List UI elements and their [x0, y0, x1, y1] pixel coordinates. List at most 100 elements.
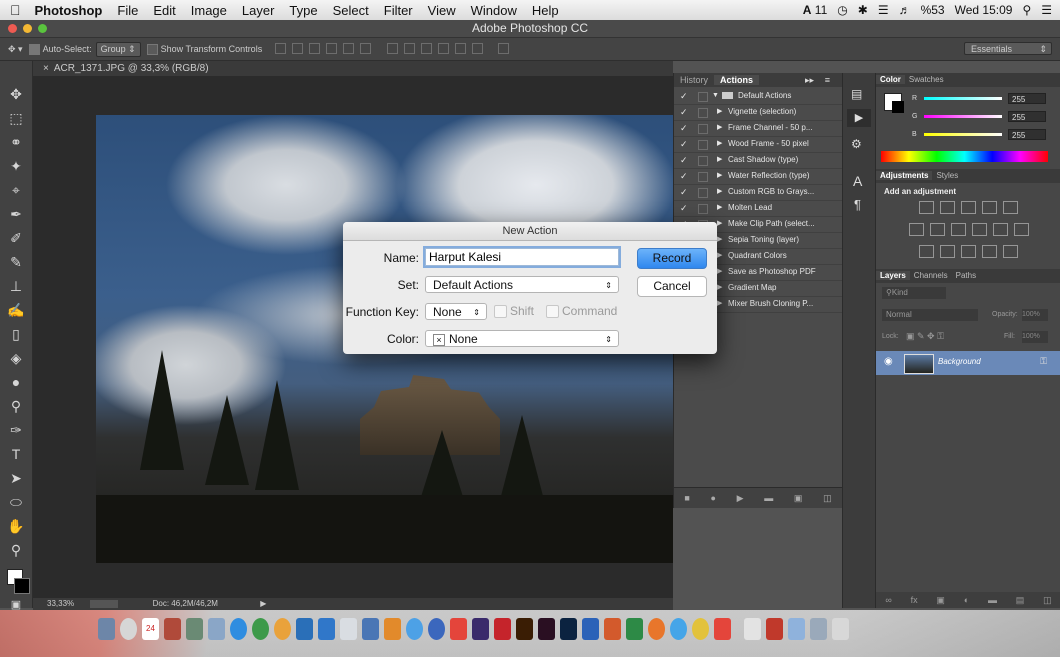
- g-slider[interactable]: [924, 115, 1002, 118]
- tab-history[interactable]: History: [674, 75, 714, 85]
- expand-triangle-icon[interactable]: ▶: [717, 104, 722, 120]
- tab-swatches[interactable]: Swatches: [905, 75, 948, 84]
- selective-color-icon[interactable]: [1003, 245, 1018, 258]
- close-document-icon[interactable]: ×: [43, 63, 49, 74]
- record-button[interactable]: Record: [637, 248, 707, 269]
- app-dock-icon[interactable]: [252, 618, 269, 640]
- workspace-switcher[interactable]: Essentials ⇕: [964, 42, 1052, 55]
- document-tab[interactable]: × ACR_1371.JPG @ 33,3% (RGB/8): [33, 61, 673, 76]
- color-lookup-icon[interactable]: [1014, 223, 1029, 236]
- align-left-icon[interactable]: [326, 42, 338, 54]
- dialog-toggle-icon[interactable]: [698, 108, 708, 118]
- play-icon[interactable]: ▶: [737, 493, 744, 504]
- move-tool-preset-icon[interactable]: ✥ ▾: [8, 44, 23, 55]
- app-store-dock-icon[interactable]: [230, 618, 247, 640]
- launchpad-dock-icon[interactable]: [120, 618, 137, 640]
- excel-dock-icon[interactable]: [626, 618, 643, 640]
- distribute-vcenter-icon[interactable]: [403, 42, 415, 54]
- history-panel-icon[interactable]: ▤: [851, 87, 862, 101]
- color-spectrum[interactable]: [881, 151, 1048, 162]
- cancel-button[interactable]: Cancel: [637, 276, 707, 297]
- battery-percent[interactable]: %53: [921, 3, 945, 17]
- pen-tool-icon[interactable]: ✑: [7, 421, 25, 439]
- preview-dock-icon[interactable]: [208, 618, 225, 640]
- menu-layer[interactable]: Layer: [242, 3, 275, 18]
- check-icon[interactable]: ✓: [680, 88, 688, 104]
- menu-help[interactable]: Help: [532, 3, 559, 18]
- auto-align-icon[interactable]: [498, 42, 510, 54]
- illustrator-dock-icon[interactable]: [516, 618, 533, 640]
- distribute-left-icon[interactable]: [437, 42, 449, 54]
- mask-icon[interactable]: ▣: [936, 595, 945, 606]
- app-dock-icon[interactable]: [318, 618, 335, 640]
- expand-triangle-icon[interactable]: ▶: [717, 152, 722, 168]
- r-value[interactable]: 255: [1008, 93, 1046, 104]
- photo-filter-icon[interactable]: [972, 223, 987, 236]
- expand-triangle-icon[interactable]: ▼: [712, 88, 719, 104]
- color-background-swatch[interactable]: [892, 101, 904, 113]
- dialog-toggle-icon[interactable]: [698, 156, 708, 166]
- dialog-toggle-icon[interactable]: [698, 124, 708, 134]
- quick-select-tool-icon[interactable]: ✦: [7, 157, 25, 175]
- menu-image[interactable]: Image: [191, 3, 227, 18]
- color-balance-icon[interactable]: [930, 223, 945, 236]
- expand-triangle-icon[interactable]: ▶: [717, 248, 722, 264]
- bluetooth-icon[interactable]: ✱: [858, 3, 868, 17]
- zoom-window-button[interactable]: [38, 24, 47, 33]
- check-icon[interactable]: ✓: [680, 184, 688, 200]
- action-set-row[interactable]: ✓ ▼ Default Actions: [674, 88, 842, 105]
- distribute-top-icon[interactable]: [386, 42, 398, 54]
- distribute-right-icon[interactable]: [471, 42, 483, 54]
- adjustment-layer-icon[interactable]: ◐: [964, 595, 969, 605]
- finder-dock-icon[interactable]: [98, 618, 115, 640]
- dialog-toggle-icon[interactable]: [698, 204, 708, 214]
- wifi-icon[interactable]: ☰: [878, 3, 889, 17]
- time-machine-icon[interactable]: ◷: [837, 3, 847, 17]
- menu-edit[interactable]: Edit: [153, 3, 175, 18]
- lock-icons[interactable]: ▣ ✎ ✥ ⚿: [906, 331, 944, 342]
- actions-panel-icon[interactable]: ▶: [847, 109, 871, 127]
- healing-brush-tool-icon[interactable]: ✐: [7, 229, 25, 247]
- exposure-icon[interactable]: [982, 201, 997, 214]
- menu-window[interactable]: Window: [471, 3, 517, 18]
- show-transform-checkbox[interactable]: [146, 43, 158, 55]
- tab-styles[interactable]: Styles: [932, 171, 962, 180]
- notification-center-icon[interactable]: ☰: [1041, 3, 1052, 17]
- background-color-swatch[interactable]: [14, 578, 30, 594]
- volume-icon[interactable]: ♬: [899, 3, 911, 17]
- threshold-icon[interactable]: [961, 245, 976, 258]
- fill-value[interactable]: 100%: [1022, 331, 1048, 343]
- expand-triangle-icon[interactable]: ▶: [717, 296, 722, 312]
- dodge-tool-icon[interactable]: ⚲: [7, 397, 25, 415]
- expand-triangle-icon[interactable]: ▶: [717, 168, 722, 184]
- b-value[interactable]: 255: [1008, 129, 1046, 140]
- app-dock-icon[interactable]: [810, 618, 827, 640]
- menu-view[interactable]: View: [428, 3, 456, 18]
- distribute-hcenter-icon[interactable]: [454, 42, 466, 54]
- shape-tool-icon[interactable]: ⬭: [7, 493, 25, 511]
- vibrance-icon[interactable]: [1003, 201, 1018, 214]
- action-name-input[interactable]: [425, 248, 619, 266]
- align-bottom-icon[interactable]: [309, 42, 321, 54]
- zoom-tool-icon[interactable]: ⚲: [7, 541, 25, 559]
- menu-type[interactable]: Type: [289, 3, 317, 18]
- documents-dock-icon[interactable]: [744, 618, 761, 640]
- brush-tool-icon[interactable]: ✎: [7, 253, 25, 271]
- crop-tool-icon[interactable]: ⌖: [7, 181, 25, 199]
- paragraph-panel-icon[interactable]: ¶: [854, 197, 861, 212]
- stop-icon[interactable]: ■: [684, 493, 689, 503]
- shift-checkbox[interactable]: [494, 305, 507, 318]
- expand-triangle-icon[interactable]: ▶: [717, 200, 722, 216]
- firefox-dock-icon[interactable]: [648, 618, 665, 640]
- expand-triangle-icon[interactable]: ▶: [717, 264, 722, 280]
- check-icon[interactable]: ✓: [680, 136, 688, 152]
- new-set-icon[interactable]: ▬: [764, 493, 773, 503]
- minimize-window-button[interactable]: [23, 24, 32, 33]
- expand-triangle-icon[interactable]: ▶: [717, 216, 722, 232]
- acrobat-dock-icon[interactable]: [450, 618, 467, 640]
- color-dropdown[interactable]: × None ⇕: [425, 330, 619, 347]
- check-icon[interactable]: ✓: [680, 104, 688, 120]
- panel-menu-icon[interactable]: ≡: [819, 73, 836, 87]
- action-item[interactable]: ✓ ▶ Cast Shadow (type): [674, 152, 842, 169]
- photoshop-dock-icon[interactable]: [560, 618, 577, 640]
